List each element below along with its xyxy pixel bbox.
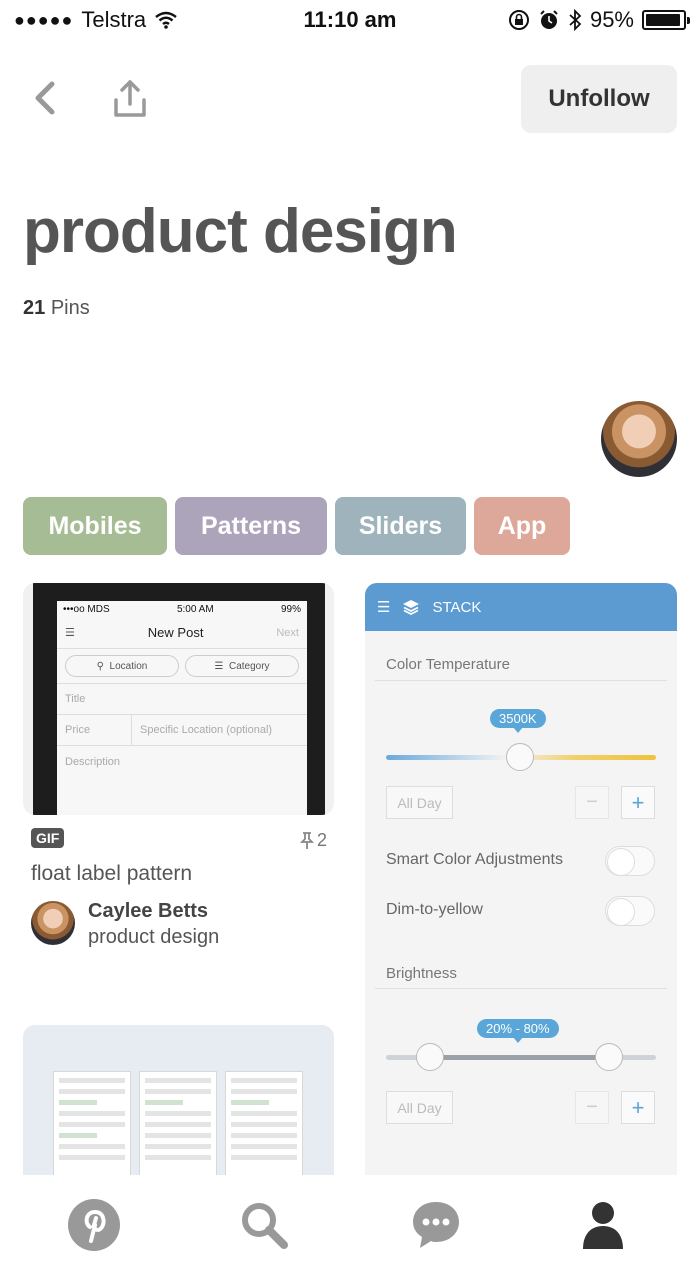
plus-button: +: [621, 786, 655, 819]
mock-menu-icon: ☰: [65, 627, 75, 639]
gif-badge: GIF: [31, 828, 65, 848]
wifi-icon: [155, 11, 177, 29]
tag-label: Sliders: [358, 511, 443, 540]
tag-sliders[interactable]: Sliders: [335, 497, 466, 555]
pin-image-stack-app[interactable]: ☰ STACK Color Temperature 3500K All Day …: [365, 583, 677, 1175]
pushpin-icon: [300, 831, 314, 849]
carrier-name: Telstra: [81, 7, 147, 32]
pin-count-number: 21: [23, 297, 46, 319]
battery-percent: 95%: [589, 7, 634, 32]
mock-location-field: Specific Location (optional): [132, 715, 307, 746]
mock-category-label: Category: [228, 660, 270, 672]
mock-price-row: Price Specific Location (optional): [57, 715, 307, 746]
dim-to-yellow-toggle: [605, 896, 655, 926]
mock-description-field: Description: [65, 755, 121, 768]
mock-filter-screen: [53, 1071, 131, 1175]
plus-button: +: [621, 1091, 655, 1124]
tag-patterns[interactable]: Patterns: [175, 497, 327, 555]
pinterest-logo-icon[interactable]: [66, 1197, 122, 1253]
guided-search-tags: Mobiles Patterns Sliders App: [23, 497, 570, 555]
smart-color-label: Smart Color Adjustments: [386, 851, 563, 868]
brightness-max-knob: [595, 1043, 623, 1071]
repin-number: 2: [317, 830, 328, 850]
brightness-label: Brightness: [386, 965, 457, 982]
pin-image-filters[interactable]: [23, 1025, 334, 1175]
mock-category-chip: ☰ Category: [185, 655, 299, 677]
mock-filter-screen: [139, 1071, 217, 1175]
color-temp-bubble: 3500K: [490, 709, 546, 733]
pinner-avatar[interactable]: [31, 901, 75, 945]
mock-status-bar: •••oo MDS 5:00 AM 99%: [57, 601, 307, 617]
unfollow-button[interactable]: Unfollow: [521, 65, 677, 133]
tag-label: Mobiles: [48, 511, 142, 540]
mock-filter-screen: [225, 1071, 303, 1175]
mock-nav-title: New Post: [147, 625, 204, 640]
all-day-button: All Day: [386, 786, 453, 819]
stack-menu-icon: ☰: [377, 599, 391, 616]
repin-count: 2: [300, 830, 327, 851]
pinner-board[interactable]: product design: [88, 926, 219, 949]
stack-layers-icon: [403, 600, 420, 616]
board-title: product design: [23, 197, 458, 266]
mock-chips: ⚲ Location ☰ Category: [57, 649, 307, 684]
minus-button: −: [575, 1091, 609, 1124]
pin-count: 21 Pins: [23, 297, 90, 320]
mock-carrier: •••oo MDS: [63, 603, 110, 615]
mock-nav-bar: ☰ New Post Next: [57, 617, 307, 649]
share-icon[interactable]: [110, 78, 150, 120]
pin-image-float-label[interactable]: •••oo MDS 5:00 AM 99% ☰ New Post Next ⚲ …: [23, 583, 334, 815]
brightness-min-knob: [416, 1043, 444, 1071]
stack-app-name: STACK: [432, 598, 482, 616]
mock-location-label: Location: [109, 660, 148, 672]
battery-icon: [642, 10, 690, 30]
pin-description: float label pattern: [31, 862, 193, 885]
all-day-button: All Day: [386, 1091, 453, 1124]
brightness-bubble: 20% - 80%: [477, 1019, 559, 1043]
mock-location-pin-icon: ⚲: [96, 660, 110, 672]
status-bar: ●●●●● Telstra 11:10 am 95%: [0, 0, 700, 40]
orientation-lock-icon: [508, 10, 529, 30]
divider: [375, 988, 667, 989]
color-temp-label: Color Temperature: [386, 656, 510, 673]
mock-battery: 99%: [280, 603, 301, 615]
alarm-icon: [540, 10, 558, 29]
mock-next: Next: [276, 626, 299, 639]
back-chevron-icon[interactable]: [28, 78, 64, 118]
divider: [375, 680, 667, 681]
minus-button: −: [575, 786, 609, 819]
tab-bar: [0, 1175, 700, 1269]
color-temp-knob: [506, 743, 534, 771]
pinner-name[interactable]: Caylee Betts: [88, 900, 208, 923]
mock-category-list-icon: ☰: [214, 660, 229, 672]
mock-time: 5:00 AM: [176, 603, 214, 615]
tag-label: Patterns: [200, 511, 302, 540]
tag-app[interactable]: App: [474, 497, 570, 555]
profile-icon[interactable]: [575, 1197, 631, 1253]
mock-price-field: Price: [57, 715, 132, 746]
chat-icon[interactable]: [408, 1197, 464, 1253]
phone-mockup: •••oo MDS 5:00 AM 99% ☰ New Post Next ⚲ …: [33, 583, 325, 815]
signal-dots-icon: ●●●●●: [14, 9, 74, 30]
mock-title-field: Title: [57, 684, 307, 715]
mock-location-chip: ⚲ Location: [65, 655, 179, 677]
smart-color-toggle: [605, 846, 655, 876]
phone-screen: •••oo MDS 5:00 AM 99% ☰ New Post Next ⚲ …: [57, 601, 307, 815]
stack-header: ☰ STACK: [365, 583, 677, 631]
board-owner-avatar[interactable]: [601, 401, 677, 477]
tag-mobiles[interactable]: Mobiles: [23, 497, 167, 555]
search-icon[interactable]: [236, 1197, 292, 1253]
tag-label: App: [497, 511, 547, 540]
battery-fill: [646, 14, 681, 26]
status-time: 11:10 am: [303, 7, 397, 32]
bluetooth-icon: [569, 9, 582, 31]
dim-to-yellow-label: Dim-to-yellow: [386, 901, 483, 918]
pin-count-label: Pins: [50, 297, 90, 319]
